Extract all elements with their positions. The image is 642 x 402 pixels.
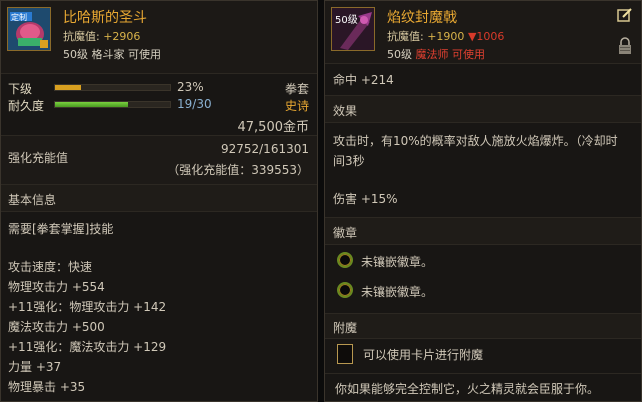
grade-bar [54,84,171,91]
resist-down: ▼1006 [467,30,505,43]
grade-label: 下级 [8,82,33,96]
enchant-label: 附魔 [333,321,358,335]
grade-percent: 23% [177,80,204,94]
resist-value: +2906 [103,30,141,43]
rarity-label: 史诗 [284,99,309,113]
stat-line: 魔法攻击力 +500 [8,320,105,334]
item-title: 比哈斯的圣斗 [63,10,147,26]
base-info-label: 基本信息 [8,193,57,207]
item-icon: 50级 [331,7,375,51]
divider [325,122,641,123]
item-title: 焰纹封魔戟 [387,10,457,26]
enhance-label: 强化充能值 [8,151,69,165]
item-tooltip-right: 50级 焰纹封魔戟 抗魔值: +1900 ▼1006 50级 魔法师 可使用 命… [324,0,642,402]
divider [325,338,641,339]
damage-stat: 伤害 +15% [333,192,398,206]
attack-speed: 攻击速度：快速 [8,260,93,274]
divider [325,63,641,64]
emblem-slot-icon[interactable] [337,282,353,298]
stat-line: 物理暴击 +35 [8,380,86,394]
durability-bar-fill [55,102,128,107]
requirement-class: 魔法师 可使用 [415,48,486,61]
durability-bar [54,101,171,108]
durability-value: 19/30 [177,97,212,111]
card-slot-icon[interactable] [337,344,353,364]
divider [325,244,641,245]
resist-label: 抗魔值: [387,30,424,43]
resist-line: 抗魔值: +1900 ▼1006 [387,28,504,44]
custom-badge: 定制 [11,13,27,22]
stat-line: 物理攻击力 +554 [8,280,105,294]
section-header-band [325,314,641,338]
requirement-level: 50级 [387,48,412,61]
resist-value: +1900 [427,30,465,43]
edit-icon[interactable] [617,7,633,23]
emblem-slot-icon[interactable] [337,252,353,268]
emblem-slot-text: 未镶嵌徽章。 [361,285,434,299]
hit-stat: 命中 +214 [333,73,394,87]
requirement-line: 50级 格斗家 可使用 [63,48,161,61]
price: 47,500金币 [237,120,310,135]
item-tooltip-left: 定制 比哈斯的圣斗 抗魔值: +2906 50级 格斗家 可使用 下级 23% … [0,0,318,402]
level-badge: 50级 [335,15,358,26]
flavor-text: 你如果能够完全控制它，火之精灵就会臣服于你。 [335,382,600,396]
resist-line: 抗魔值: +2906 [63,28,140,44]
effect-label: 效果 [333,104,358,118]
divider [1,73,317,74]
grade-bar-fill [55,85,82,90]
stat-line: 力量 +37 [8,360,62,374]
emblem-slot-text: 未镶嵌徽章。 [361,255,434,269]
requirement-line: 50级 魔法师 可使用 [387,46,485,62]
divider [1,211,317,212]
divider [325,373,641,374]
skill-requirement: 需要[拳套掌握]技能 [8,222,114,236]
stat-line: +11强化：魔法攻击力 +129 [8,340,167,354]
section-header-band [325,218,641,244]
resist-label: 抗魔值: [63,30,100,43]
section-header-band [325,96,641,122]
durability-label: 耐久度 [8,99,45,113]
enhance-value: 92752/161301 [220,142,309,156]
effect-text-line: 间3秒 [333,154,365,168]
enhance-sub: （强化充能值：339553） [167,163,309,177]
stat-line: +11强化：物理攻击力 +142 [8,300,167,314]
item-icon: 定制 [7,7,51,51]
emblem-label: 徽章 [333,226,358,240]
item-type: 拳套 [284,82,309,96]
lock-icon[interactable] [617,37,633,55]
effect-text-line: 攻击时，有10%的概率对敌人施放火焰爆炸。（冷却时 [333,134,618,148]
enchant-text: 可以使用卡片进行附魔 [363,348,484,362]
